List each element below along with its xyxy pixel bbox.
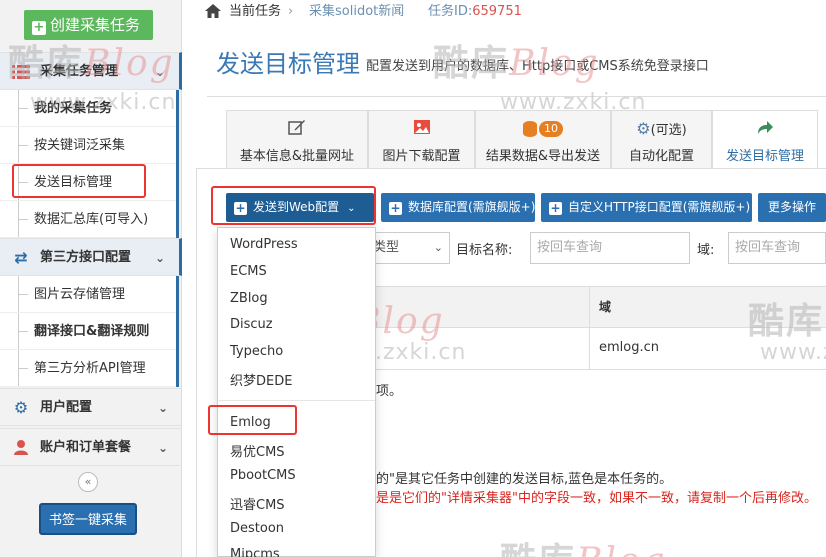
breadcrumb: 当前任务 › 采集solidot新闻 任务ID:659751 [185, 0, 826, 24]
menu-group-user-config[interactable]: ⚙ 用户配置 ⌄ [0, 388, 182, 426]
db-config-button[interactable]: + 数据库配置(需旗舰版+) [381, 193, 535, 222]
plus-icon: + [549, 201, 562, 215]
chevron-down-icon: ⌄ [157, 401, 168, 415]
create-task-button[interactable]: + 创建采集任务 [24, 10, 153, 40]
plus-icon: + [32, 20, 46, 35]
list-icon [10, 53, 32, 91]
gear-icon: ⚙ [13, 398, 29, 417]
dropdown-item-discuz[interactable]: Discuz [230, 317, 273, 332]
highlight-emlog [208, 405, 297, 435]
menu-group-api-config[interactable]: ⇄ 第三方接口配置 ⌄ [0, 238, 182, 276]
user-icon [10, 429, 32, 467]
dropdown-item-zblog[interactable]: ZBlog [230, 291, 268, 306]
table-note: 项。 [376, 384, 403, 399]
sidebar-item-image-storage[interactable]: 图片云存储管理 [0, 276, 176, 313]
database-icon [523, 121, 537, 137]
target-name-label: 目标名称: [456, 243, 513, 258]
page-subtitle: 配置发送到用户的数据库、Http接口或CMS系统免登录接口 [366, 59, 709, 74]
count-badge: 10 [539, 121, 563, 137]
dropdown-item-pbootcms[interactable]: PbootCMS [230, 468, 296, 483]
breadcrumb-task-name[interactable]: 采集solidot新闻 [309, 0, 404, 24]
color-legend-note: 的"是其它任务中创建的发送目标,蓝色是本任务的。 [376, 472, 673, 487]
plus-icon: + [389, 201, 402, 215]
table-cell-domain: emlog.cn [599, 340, 659, 355]
exchange-icon: ⇄ [14, 248, 28, 267]
breadcrumb-task-id: 任务ID:659751 [428, 4, 522, 19]
dropdown-item-ecms[interactable]: ECMS [230, 264, 267, 279]
target-name-input[interactable]: 按回车查询 [530, 232, 690, 264]
chevron-down-icon: ⌄ [157, 441, 168, 455]
highlight-send-target [12, 164, 146, 198]
bookmark-crawl-button[interactable]: 书签一键采集 [39, 503, 137, 535]
dropdown-item-xunruicms[interactable]: 迅睿CMS [230, 494, 285, 513]
cogs-icon: ⚙ [636, 119, 651, 138]
tab-basic-info[interactable]: 基本信息&批量网址 [226, 110, 368, 168]
dropdown-item-mipcms[interactable]: Mipcms [230, 547, 280, 557]
sidebar-item-my-tasks[interactable]: 我的采集任务 [0, 90, 176, 127]
more-actions-button[interactable]: 更多操作 [758, 193, 826, 222]
warning-note: 是是它们的"详情采集器"中的字段一致，如果不一致，请复制一个后再修改。 [376, 491, 817, 506]
home-icon[interactable] [205, 0, 221, 24]
column-header-domain: 域 [599, 300, 612, 314]
sidebar: + 创建采集任务 采集任务管理 ⌄ 我的采集任务 按关键词泛采集 发送目标管理 数… [0, 0, 182, 557]
sidebar-item-analysis-api[interactable]: 第三方分析API管理 [0, 350, 176, 387]
page-title: 发送目标管理 [216, 50, 360, 78]
domain-input[interactable]: 按回车查询 [728, 232, 826, 264]
image-icon [369, 119, 474, 139]
chevron-down-icon: ⌄ [154, 251, 165, 265]
sidebar-item-data-summary[interactable]: 数据汇总库(可导入) [0, 201, 176, 238]
type-select[interactable]: 类型 ⌄ [366, 232, 450, 264]
breadcrumb-current: 当前任务 [229, 4, 282, 19]
dropdown-item-eyoucms[interactable]: 易优CMS [230, 441, 285, 460]
dropdown-item-wordpress[interactable]: WordPress [230, 237, 298, 252]
sidebar-item-translate[interactable]: 翻译接口&翻译规则 [0, 313, 176, 350]
dropdown-divider [219, 400, 375, 401]
dropdown-item-typecho[interactable]: Typecho [230, 344, 283, 359]
tab-automation[interactable]: ⚙(可选) 自动化配置 [611, 110, 712, 168]
collapse-sidebar-button[interactable]: « [78, 472, 98, 492]
dropdown-item-destoon[interactable]: Destoon [230, 521, 284, 536]
sidebar-item-keyword-crawl[interactable]: 按关键词泛采集 [0, 127, 176, 164]
tab-result-data[interactable]: 10 结果数据&导出发送 [475, 110, 611, 168]
header-divider [207, 96, 826, 97]
domain-label: 域: [697, 243, 715, 258]
chevron-down-icon: ⌄ [154, 65, 165, 79]
api-submenu: 图片云存储管理 翻译接口&翻译规则 第三方分析API管理 [0, 276, 179, 387]
highlight-web-config [211, 186, 376, 225]
menu-group-task-management[interactable]: 采集任务管理 ⌄ [0, 52, 182, 90]
tabs-divider [196, 168, 826, 169]
menu-group-account[interactable]: 账户和订单套餐 ⌄ [0, 428, 182, 466]
tab-send-target[interactable]: 发送目标管理 [712, 110, 818, 169]
breadcrumb-separator: › [288, 4, 294, 19]
web-cms-dropdown: WordPress ECMS ZBlog Discuz Typecho 织梦DE… [217, 227, 376, 557]
edit-icon [227, 119, 367, 139]
dropdown-item-dede[interactable]: 织梦DEDE [230, 370, 292, 389]
chevron-down-icon: ⌄ [433, 241, 443, 254]
tab-image-download[interactable]: 图片下载配置 [368, 110, 475, 168]
http-config-button[interactable]: + 自定义HTTP接口配置(需旗舰版+) [541, 193, 752, 222]
share-icon [713, 119, 817, 139]
